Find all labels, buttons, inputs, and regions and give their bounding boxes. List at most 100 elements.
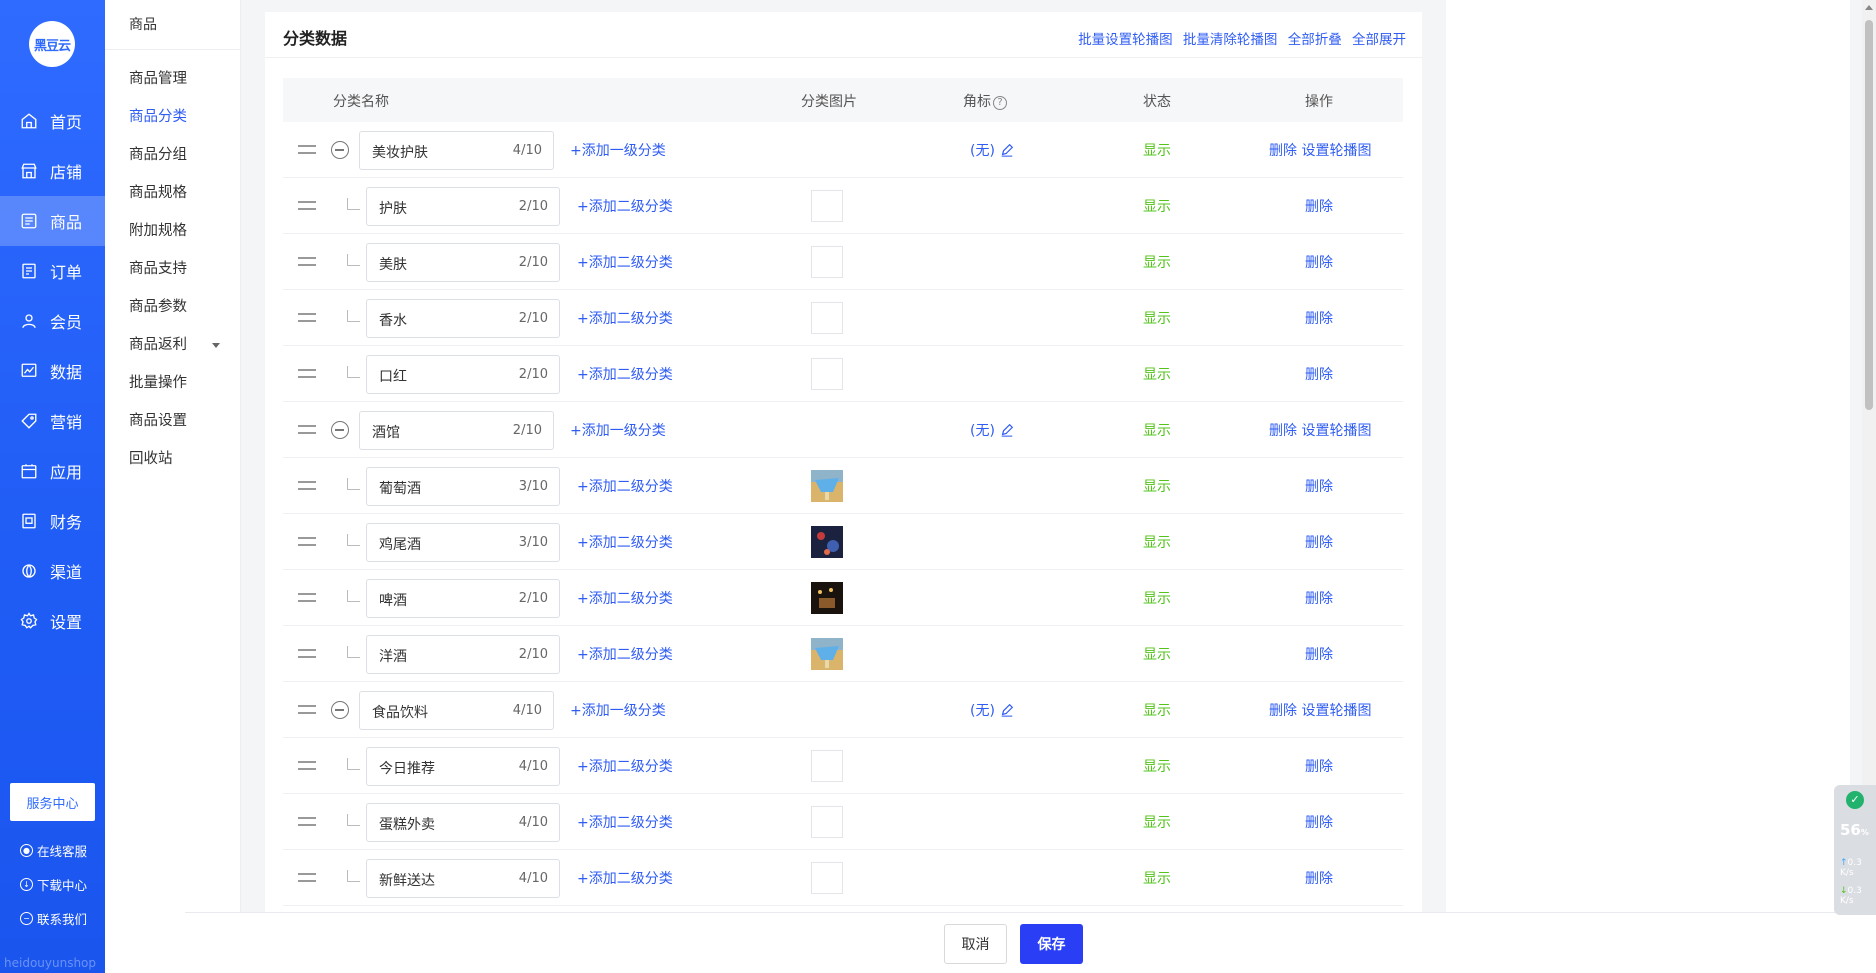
drag-handle-icon[interactable] xyxy=(298,537,316,546)
add-level1-category-link[interactable]: +添加一级分类 xyxy=(570,140,666,160)
category-image-upload[interactable] xyxy=(811,582,843,614)
status-toggle[interactable]: 显示 xyxy=(1143,588,1171,608)
drag-handle-icon[interactable] xyxy=(298,817,316,826)
add-level2-category-link[interactable]: +添加二级分类 xyxy=(577,756,673,776)
delete-link[interactable]: 删除 xyxy=(1305,759,1333,775)
status-toggle[interactable]: 显示 xyxy=(1143,140,1171,160)
scroll-thumb[interactable] xyxy=(1865,20,1873,410)
delete-link[interactable]: 删除 xyxy=(1269,703,1297,719)
category-image-upload[interactable] xyxy=(811,526,843,558)
help-icon[interactable]: ? xyxy=(993,96,1007,110)
delete-link[interactable]: 删除 xyxy=(1305,255,1333,271)
edit-icon[interactable] xyxy=(1000,143,1014,157)
delete-link[interactable]: 删除 xyxy=(1305,479,1333,495)
status-toggle[interactable]: 显示 xyxy=(1143,476,1171,496)
nav-item-10[interactable]: 设置 xyxy=(0,596,105,646)
drag-handle-icon[interactable] xyxy=(298,369,316,378)
drag-handle-icon[interactable] xyxy=(298,593,316,602)
category-name-input[interactable]: 葡萄酒 3/10 xyxy=(366,467,560,506)
drag-handle-icon[interactable] xyxy=(298,201,316,210)
category-name-input[interactable]: 洋酒 2/10 xyxy=(366,635,560,674)
status-toggle[interactable]: 显示 xyxy=(1143,756,1171,776)
add-level2-category-link[interactable]: +添加二级分类 xyxy=(577,196,673,216)
download-center-link[interactable]: ↓ 下载中心 xyxy=(20,875,87,894)
category-name-input[interactable]: 护肤 2/10 xyxy=(366,187,560,226)
nav-item-8[interactable]: 财务 xyxy=(0,496,105,546)
submenu-item-4[interactable]: 附加规格 xyxy=(105,212,240,250)
status-toggle[interactable]: 显示 xyxy=(1143,196,1171,216)
category-name-input[interactable]: 香水 2/10 xyxy=(366,299,560,338)
set-carousel-link[interactable]: 设置轮播图 xyxy=(1301,703,1371,719)
add-level2-category-link[interactable]: +添加二级分类 xyxy=(577,532,673,552)
category-name-input[interactable]: 美妆护肤 4/10 xyxy=(359,131,554,170)
save-button[interactable]: 保存 xyxy=(1020,924,1083,964)
submenu-item-0[interactable]: 商品管理 xyxy=(105,60,240,98)
add-level2-category-link[interactable]: +添加二级分类 xyxy=(577,252,673,272)
drag-handle-icon[interactable] xyxy=(298,425,316,434)
add-level2-category-link[interactable]: +添加二级分类 xyxy=(577,308,673,328)
nav-item-7[interactable]: 应用 xyxy=(0,446,105,496)
delete-link[interactable]: 删除 xyxy=(1305,647,1333,663)
category-image-upload[interactable] xyxy=(811,246,843,278)
add-level2-category-link[interactable]: +添加二级分类 xyxy=(577,476,673,496)
add-level1-category-link[interactable]: +添加一级分类 xyxy=(570,700,666,720)
submenu-item-9[interactable]: 商品设置 xyxy=(105,402,240,440)
collapse-icon[interactable] xyxy=(331,141,349,159)
contact-us-link[interactable]: − 联系我们 xyxy=(20,909,87,928)
brand-logo[interactable]: 黑豆云 xyxy=(29,21,75,67)
badge-selector[interactable]: (无) xyxy=(970,140,1014,160)
collapse-icon[interactable] xyxy=(331,421,349,439)
category-name-input[interactable]: 食品饮料 4/10 xyxy=(359,691,554,730)
status-toggle[interactable]: 显示 xyxy=(1143,644,1171,664)
nav-item-3[interactable]: 订单 xyxy=(0,246,105,296)
add-level2-category-link[interactable]: +添加二级分类 xyxy=(577,644,673,664)
nav-item-1[interactable]: 店铺 xyxy=(0,146,105,196)
batch-set-carousel-link[interactable]: 批量设置轮播图 xyxy=(1078,32,1173,48)
set-carousel-link[interactable]: 设置轮播图 xyxy=(1301,423,1371,439)
add-level1-category-link[interactable]: +添加一级分类 xyxy=(570,420,666,440)
status-toggle[interactable]: 显示 xyxy=(1143,700,1171,720)
set-carousel-link[interactable]: 设置轮播图 xyxy=(1301,143,1371,159)
delete-link[interactable]: 删除 xyxy=(1269,423,1297,439)
submenu-item-3[interactable]: 商品规格 xyxy=(105,174,240,212)
nav-item-5[interactable]: 数据 xyxy=(0,346,105,396)
delete-link[interactable]: 删除 xyxy=(1305,311,1333,327)
category-image-upload[interactable] xyxy=(811,862,843,894)
category-image-upload[interactable] xyxy=(811,806,843,838)
status-toggle[interactable]: 显示 xyxy=(1143,364,1171,384)
drag-handle-icon[interactable] xyxy=(298,481,316,490)
service-center-button[interactable]: 服务中心 xyxy=(10,783,95,821)
submenu-item-1[interactable]: 商品分类 xyxy=(105,98,240,136)
collapse-icon[interactable] xyxy=(331,701,349,719)
drag-handle-icon[interactable] xyxy=(298,257,316,266)
delete-link[interactable]: 删除 xyxy=(1305,535,1333,551)
nav-item-6[interactable]: 营销 xyxy=(0,396,105,446)
add-level2-category-link[interactable]: +添加二级分类 xyxy=(577,588,673,608)
edit-icon[interactable] xyxy=(1000,703,1014,717)
submenu-item-5[interactable]: 商品支持 xyxy=(105,250,240,288)
page-scrollbar[interactable] xyxy=(1862,0,1876,912)
drag-handle-icon[interactable] xyxy=(298,705,316,714)
drag-handle-icon[interactable] xyxy=(298,761,316,770)
nav-item-4[interactable]: 会员 xyxy=(0,296,105,346)
delete-link[interactable]: 删除 xyxy=(1305,199,1333,215)
submenu-item-8[interactable]: 批量操作 xyxy=(105,364,240,402)
category-image-upload[interactable] xyxy=(811,358,843,390)
status-toggle[interactable]: 显示 xyxy=(1143,252,1171,272)
delete-link[interactable]: 删除 xyxy=(1305,871,1333,887)
badge-selector[interactable]: (无) xyxy=(970,700,1014,720)
category-image-upload[interactable] xyxy=(811,750,843,782)
status-toggle[interactable]: 显示 xyxy=(1143,812,1171,832)
badge-selector[interactable]: (无) xyxy=(970,420,1014,440)
submenu-item-7[interactable]: 商品返利 xyxy=(105,326,240,364)
category-name-input[interactable]: 蛋糕外卖 4/10 xyxy=(366,803,560,842)
category-image-upload[interactable] xyxy=(811,470,843,502)
online-support-link[interactable]: ● 在线客服 xyxy=(20,841,87,860)
drag-handle-icon[interactable] xyxy=(298,873,316,882)
drag-handle-icon[interactable] xyxy=(298,145,316,154)
drag-handle-icon[interactable] xyxy=(298,649,316,658)
status-toggle[interactable]: 显示 xyxy=(1143,420,1171,440)
category-image-upload[interactable] xyxy=(811,302,843,334)
delete-link[interactable]: 删除 xyxy=(1305,367,1333,383)
nav-item-0[interactable]: 首页 xyxy=(0,96,105,146)
